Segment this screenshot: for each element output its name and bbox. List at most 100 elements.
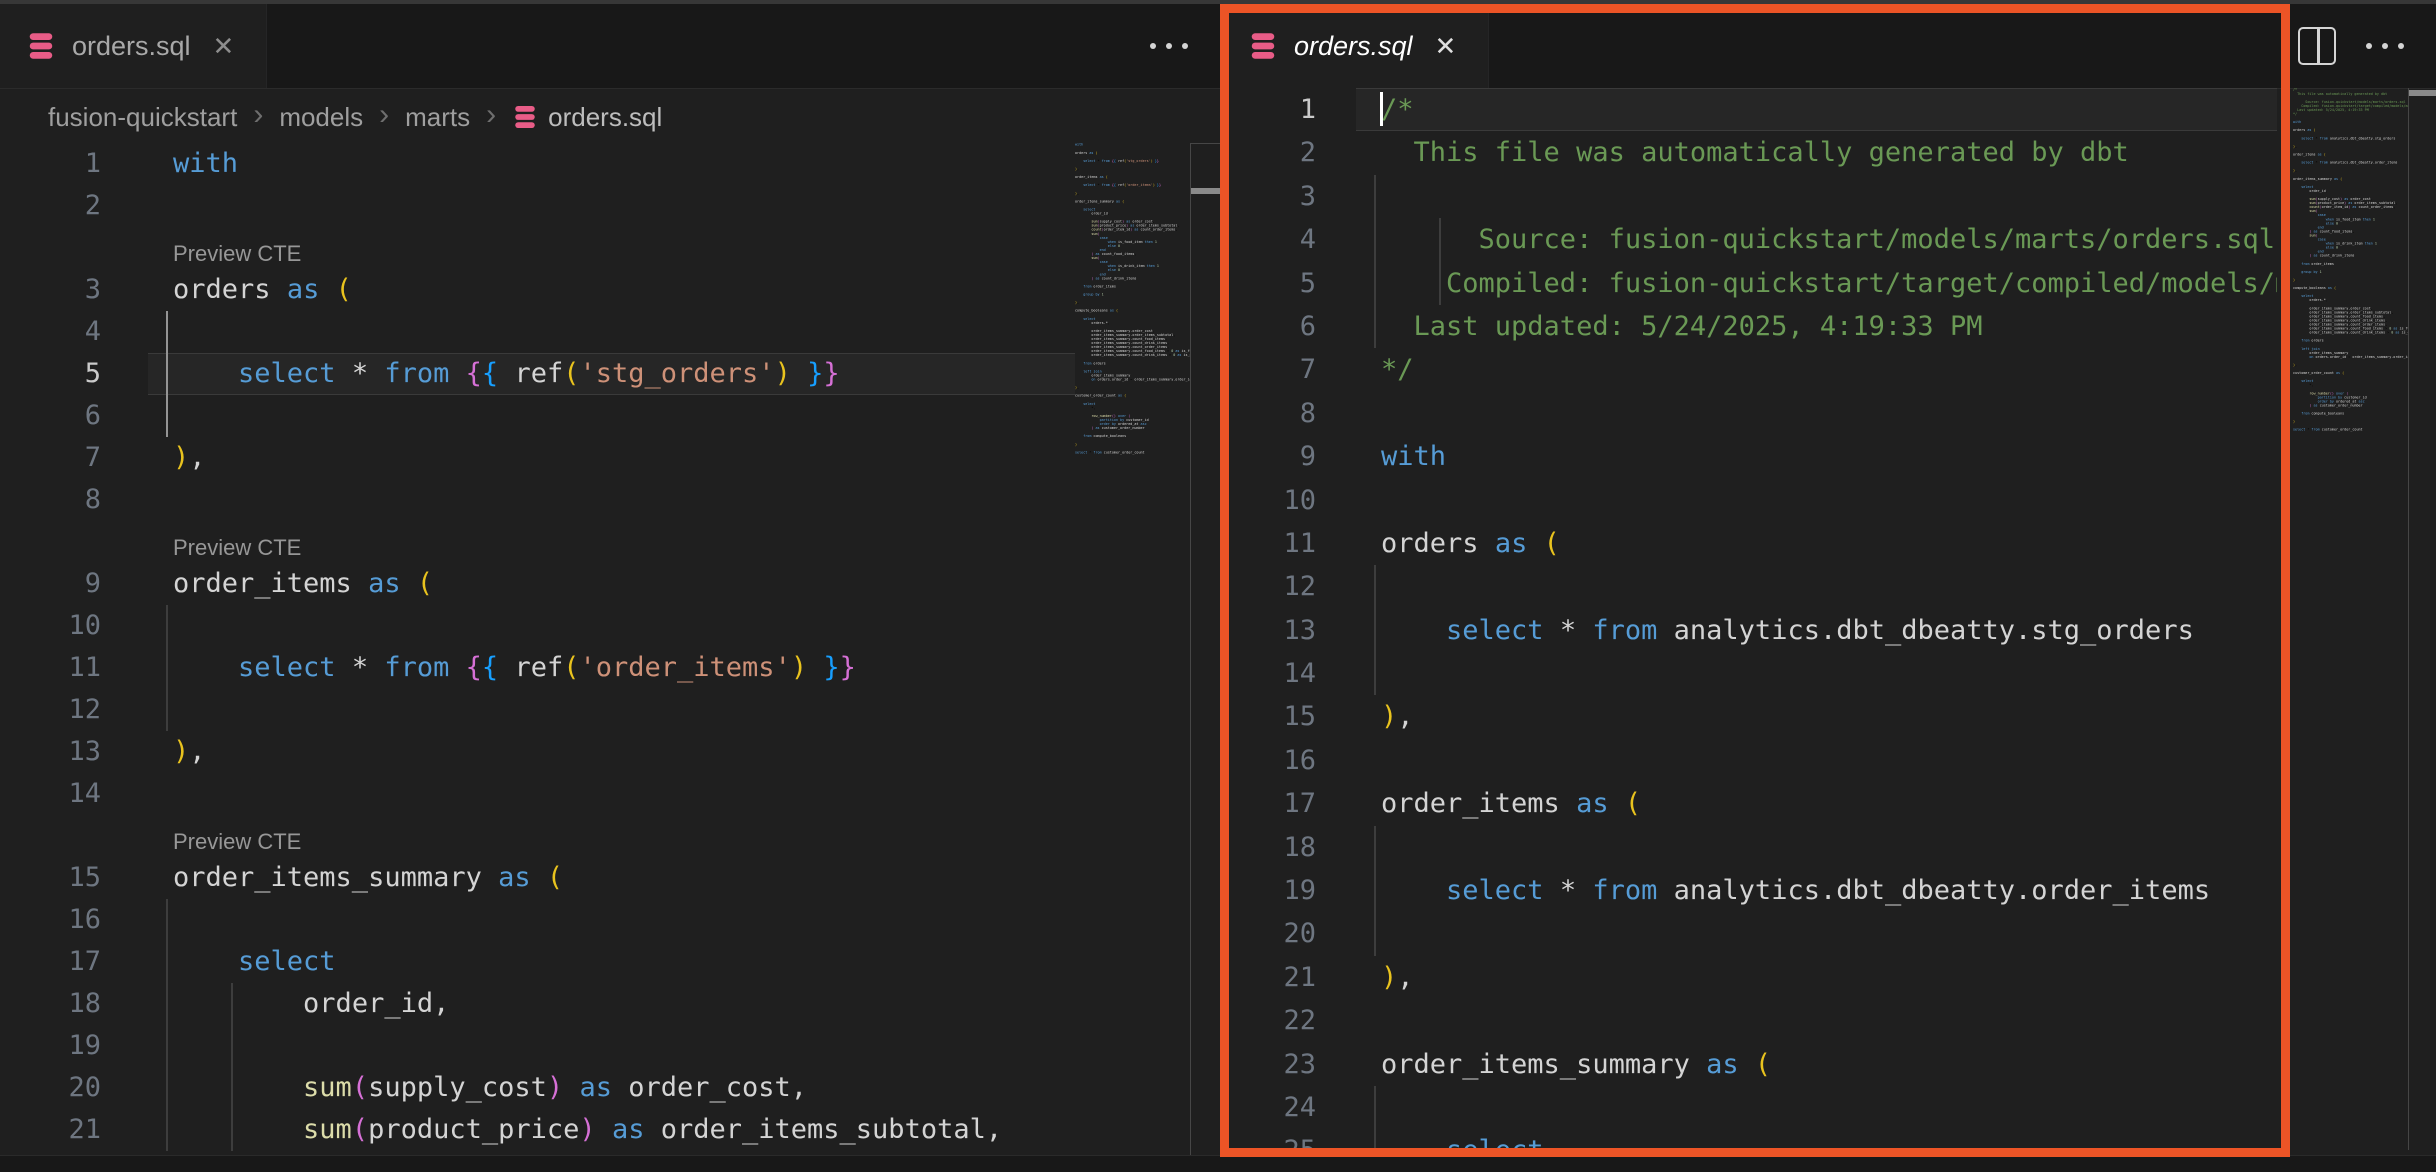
line-number: 17 <box>1222 782 1356 825</box>
tab-bar-right: orders.sql ✕ <box>1222 4 2436 89</box>
code-row[interactable]: 19 <box>0 1025 1075 1067</box>
code-row[interactable]: 15), <box>1222 695 2277 738</box>
code-row[interactable]: 14 <box>1222 652 2277 695</box>
code-row[interactable]: 6 <box>0 395 1075 437</box>
code-row[interactable]: 18 <box>1222 826 2277 869</box>
tab-orders-sql-preview[interactable]: orders.sql ✕ <box>1222 4 1489 88</box>
code-line: select * from {{ ref('order_items') }} <box>148 647 1075 689</box>
code-line <box>148 689 1075 731</box>
code-line: ), <box>148 437 1075 479</box>
code-row[interactable]: 10 <box>1222 479 2277 522</box>
code-line: order_items as ( <box>148 563 1075 605</box>
code-row[interactable]: 17order_items as ( <box>1222 782 2277 825</box>
code-line <box>1356 1086 2277 1129</box>
breadcrumb-item-models[interactable]: models <box>279 102 363 133</box>
code-line <box>1356 565 2277 608</box>
code-row[interactable]: 5 Compiled: fusion-quickstart/target/com… <box>1222 262 2277 305</box>
more-actions-icon[interactable] <box>1150 43 1188 49</box>
overview-ruler[interactable] <box>2408 88 2436 1150</box>
line-number: 3 <box>1222 175 1356 218</box>
tab-label: orders.sql <box>72 31 191 62</box>
minimap[interactable]: with orders as ( select * from {{ ref('s… <box>1075 143 1190 1159</box>
code-row[interactable]: 6 Last updated: 5/24/2025, 4:19:33 PM <box>1222 305 2277 348</box>
code-row[interactable]: 8 <box>0 479 1075 521</box>
code-line: ), <box>1356 956 2277 999</box>
code-row[interactable]: 12 <box>1222 565 2277 608</box>
code-row[interactable]: 9order_items as ( <box>0 563 1075 605</box>
code-row[interactable]: 3orders as ( <box>0 269 1075 311</box>
code-row[interactable]: 5 select * from {{ ref('stg_orders') }} <box>0 353 1075 395</box>
tab-orders-sql-source[interactable]: orders.sql ✕ <box>0 4 267 88</box>
code-row[interactable]: 1with <box>0 143 1075 185</box>
code-row[interactable]: 20 sum(supply_cost) as order_cost, <box>0 1067 1075 1109</box>
code-line: Compiled: fusion-quickstart/target/compi… <box>1356 262 2277 305</box>
code-row[interactable]: 19 select * from analytics.dbt_dbeatty.o… <box>1222 869 2277 912</box>
code-line <box>148 1025 1075 1067</box>
code-row[interactable]: 14 <box>0 773 1075 815</box>
line-number: 18 <box>0 983 148 1025</box>
code-row[interactable]: 9with <box>1222 435 2277 478</box>
code-row[interactable]: 2 <box>0 185 1075 227</box>
code-row[interactable]: 16 <box>1222 739 2277 782</box>
line-number: 4 <box>0 311 148 353</box>
close-icon[interactable]: ✕ <box>1429 29 1463 64</box>
line-number: 12 <box>1222 565 1356 608</box>
code-row[interactable]: 7), <box>0 437 1075 479</box>
overview-ruler[interactable] <box>1190 143 1222 1156</box>
code-editor-preview[interactable]: 1/*2 This file was automatically generat… <box>1222 88 2277 1172</box>
more-actions-icon[interactable] <box>2366 43 2404 49</box>
code-row[interactable]: 7*/ <box>1222 348 2277 391</box>
code-row[interactable]: 11orders as ( <box>1222 522 2277 565</box>
code-row[interactable]: 13), <box>0 731 1075 773</box>
breadcrumb-item-marts[interactable]: marts <box>405 102 470 133</box>
code-row[interactable]: 10 <box>0 605 1075 647</box>
code-row[interactable]: 22 <box>1222 999 2277 1042</box>
code-editor-source[interactable]: 1with2Preview CTE3orders as (45 select *… <box>0 143 1075 1159</box>
code-row[interactable]: 8 <box>1222 392 2277 435</box>
line-number: 23 <box>1222 1043 1356 1086</box>
code-row[interactable]: 12 <box>0 689 1075 731</box>
line-number: 20 <box>1222 912 1356 955</box>
code-row[interactable]: 16 <box>0 899 1075 941</box>
code-lens[interactable]: Preview CTE <box>0 227 1075 269</box>
vscode-window: orders.sql ✕ fusion-quickstart›models›ma… <box>0 0 2436 1172</box>
line-number: 6 <box>1222 305 1356 348</box>
line-number: 22 <box>1222 999 1356 1042</box>
code-row[interactable]: 2 This file was automatically generated … <box>1222 131 2277 174</box>
code-line: order_id, <box>148 983 1075 1025</box>
close-icon[interactable]: ✕ <box>207 29 241 64</box>
code-row[interactable]: 20 <box>1222 912 2277 955</box>
code-line: ), <box>1356 695 2277 738</box>
code-line <box>1356 999 2277 1042</box>
code-lens[interactable]: Preview CTE <box>0 521 1075 563</box>
code-row[interactable]: 21 sum(product_price) as order_items_sub… <box>0 1109 1075 1151</box>
code-row[interactable]: 17 select <box>0 941 1075 983</box>
code-line: */ <box>1356 348 2277 391</box>
line-number: 9 <box>0 563 148 605</box>
code-row[interactable]: 3 <box>1222 175 2277 218</box>
breadcrumb-item-fusion-quickstart[interactable]: fusion-quickstart <box>48 102 237 133</box>
code-row[interactable]: 15order_items_summary as ( <box>0 857 1075 899</box>
code-row[interactable]: 4 Source: fusion-quickstart/models/marts… <box>1222 218 2277 261</box>
code-line <box>1356 479 2277 522</box>
split-editor-icon[interactable] <box>2298 27 2336 65</box>
database-icon <box>512 104 538 130</box>
code-row[interactable]: 21), <box>1222 956 2277 999</box>
line-number: 1 <box>1222 88 1356 131</box>
tab-label: orders.sql <box>1294 31 1413 62</box>
code-row[interactable]: 1/* <box>1222 88 2277 131</box>
code-line: select * from analytics.dbt_dbeatty.stg_… <box>1356 609 2277 652</box>
breadcrumb-item-file[interactable]: orders.sql <box>512 102 662 133</box>
line-number: 14 <box>0 773 148 815</box>
line-number: 13 <box>0 731 148 773</box>
code-lens[interactable]: Preview CTE <box>0 815 1075 857</box>
code-row[interactable]: 24 <box>1222 1086 2277 1129</box>
code-row[interactable]: 23order_items_summary as ( <box>1222 1043 2277 1086</box>
code-row[interactable]: 11 select * from {{ ref('order_items') }… <box>0 647 1075 689</box>
code-row[interactable]: 13 select * from analytics.dbt_dbeatty.s… <box>1222 609 2277 652</box>
code-row[interactable]: 18 order_id, <box>0 983 1075 1025</box>
line-number: 17 <box>0 941 148 983</box>
code-row[interactable]: 4 <box>0 311 1075 353</box>
minimap[interactable]: /* This file was automatically generated… <box>2293 88 2408 1150</box>
code-line <box>148 899 1075 941</box>
